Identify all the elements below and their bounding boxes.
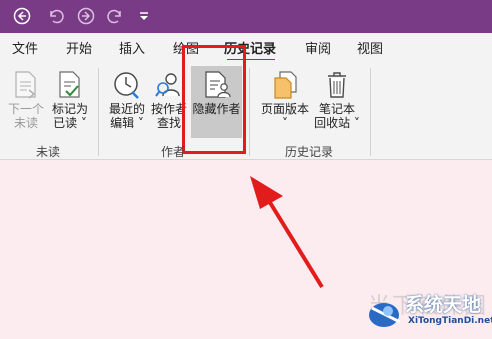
watermark-url: XiTongTianDi.net — [408, 316, 492, 326]
watermark-brand: 系统天地 — [405, 294, 482, 316]
watermark-logo — [366, 298, 404, 330]
